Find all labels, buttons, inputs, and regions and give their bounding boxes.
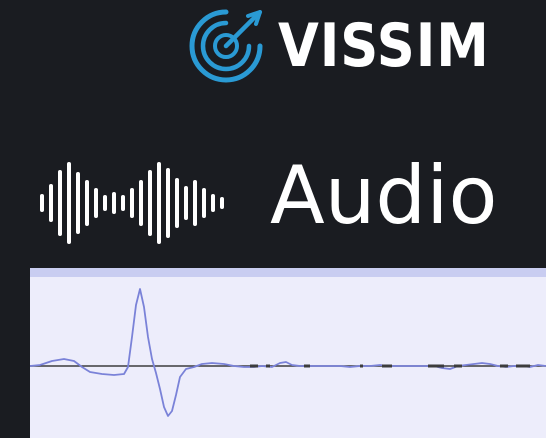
audio-waveform-panel[interactable] <box>30 268 546 438</box>
waveform-plot <box>30 288 546 417</box>
section-title: Audio <box>270 149 498 242</box>
waveform-trace <box>30 288 546 417</box>
brand-logo-text: VISSIM <box>278 11 490 81</box>
target-rings-icon <box>189 9 263 83</box>
page: VISSIM Audio <box>0 0 546 438</box>
sound-wave-icon <box>40 162 224 244</box>
